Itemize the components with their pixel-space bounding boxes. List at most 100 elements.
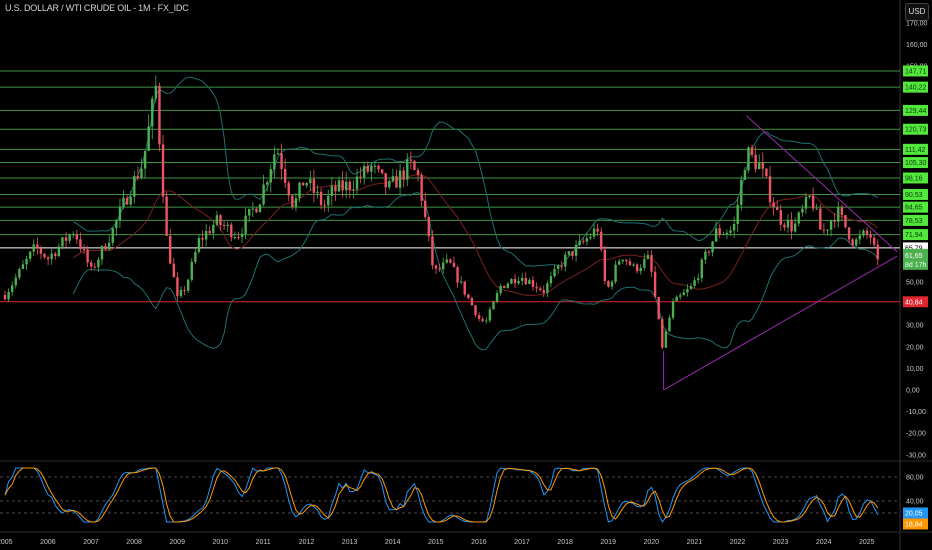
- stoch-d-line: [4, 467, 879, 523]
- candle-up: [740, 179, 743, 205]
- y-tick-label: 20,00: [906, 344, 924, 351]
- candle-down: [707, 251, 711, 253]
- candle-down: [628, 261, 632, 266]
- x-tick-label: 2020: [644, 539, 660, 546]
- candle-down: [869, 234, 872, 238]
- candle-up: [258, 204, 262, 213]
- candle-up: [797, 212, 800, 224]
- x-tick-label: 2021: [687, 539, 703, 546]
- candle-up: [294, 198, 298, 207]
- candle-down: [208, 230, 211, 234]
- candle-up: [722, 234, 725, 236]
- x-tick-label: 2025: [859, 539, 875, 546]
- candle-down: [348, 181, 351, 191]
- candle-up: [309, 178, 312, 184]
- candle-up: [553, 268, 556, 277]
- candle-up: [107, 242, 111, 250]
- candle-up: [837, 207, 840, 222]
- candle-down: [765, 168, 768, 177]
- candle-down: [323, 204, 326, 206]
- candle-up: [97, 259, 100, 268]
- candle-down: [82, 249, 86, 251]
- candle-up: [725, 232, 729, 235]
- candle-down: [754, 154, 757, 170]
- candle-down: [434, 265, 438, 269]
- candle-down: [359, 176, 362, 178]
- candle-up: [276, 153, 280, 155]
- candle-up: [671, 301, 675, 318]
- y-tick-label: 170,00: [906, 20, 928, 27]
- x-tick-label: 2008: [126, 539, 142, 546]
- x-tick-label: 2009: [169, 539, 185, 546]
- candle-up: [298, 182, 301, 199]
- candle-up: [118, 206, 122, 221]
- candle-down: [772, 202, 775, 208]
- candle-up: [743, 170, 747, 180]
- candle-up: [506, 283, 510, 288]
- candle-up: [829, 220, 833, 230]
- candle-up: [696, 278, 700, 281]
- candle-down: [607, 281, 610, 287]
- candle-down: [470, 297, 474, 306]
- candle-up: [179, 289, 183, 297]
- candle-down: [395, 176, 398, 188]
- candle-down: [291, 195, 294, 207]
- x-tick-label: 2019: [600, 539, 616, 546]
- candle-down: [819, 208, 822, 230]
- bollinger-upper-band: [73, 76, 879, 267]
- candle-down: [39, 248, 43, 254]
- stoch-k-line: [4, 467, 879, 523]
- candle-down: [481, 318, 484, 322]
- y-tick-label: 50,00: [906, 280, 924, 287]
- candle-down: [776, 207, 779, 211]
- candle-down: [287, 182, 290, 196]
- candle-up: [398, 170, 402, 188]
- candle-down: [409, 159, 413, 161]
- candle-up: [154, 85, 158, 99]
- last-price-label: 61,65: [905, 253, 923, 260]
- candle-down: [560, 265, 563, 267]
- level-price-label: 78,53: [905, 218, 923, 225]
- bollinger-lower-band: [72, 191, 879, 351]
- candle-up: [747, 147, 750, 171]
- candle-up: [140, 168, 143, 179]
- candle-down: [761, 162, 765, 169]
- candle-down: [768, 176, 772, 203]
- candle-up: [129, 196, 132, 205]
- y-tick-label: 10,00: [906, 366, 924, 373]
- candle-down: [416, 169, 420, 176]
- candle-up: [316, 191, 319, 193]
- candle-down: [865, 230, 869, 235]
- candle-up: [686, 288, 689, 293]
- candle-up: [700, 259, 703, 279]
- candle-up: [18, 268, 21, 278]
- candle-up: [528, 280, 531, 285]
- candle-up: [21, 264, 25, 269]
- candle-up: [305, 183, 308, 186]
- candle-down: [779, 210, 782, 225]
- candle-down: [603, 249, 607, 282]
- x-tick-label: 2013: [342, 539, 358, 546]
- x-tick-label: 2007: [83, 539, 99, 546]
- candle-up: [682, 292, 686, 296]
- candle-down: [64, 237, 68, 241]
- candle-up: [567, 251, 571, 255]
- candle-up: [28, 251, 32, 259]
- candle-down: [463, 281, 466, 295]
- candle-up: [556, 265, 560, 269]
- candle-down: [93, 266, 96, 268]
- candle-down: [542, 290, 545, 293]
- candle-up: [492, 301, 495, 310]
- candle-down: [169, 235, 172, 264]
- candle-down: [312, 178, 316, 193]
- y-tick-label: 30,00: [906, 323, 924, 330]
- candle-up: [355, 176, 359, 190]
- candle-up: [327, 195, 330, 206]
- price-chart[interactable]: 80,0040,00 170,00160,00150,0050,0030,002…: [0, 0, 932, 550]
- candle-down: [341, 180, 344, 191]
- level-price-label: 140,22: [905, 85, 927, 92]
- candle-down: [280, 153, 283, 170]
- candle-up: [406, 159, 409, 180]
- candle-down: [319, 191, 323, 205]
- candle-down: [43, 253, 46, 258]
